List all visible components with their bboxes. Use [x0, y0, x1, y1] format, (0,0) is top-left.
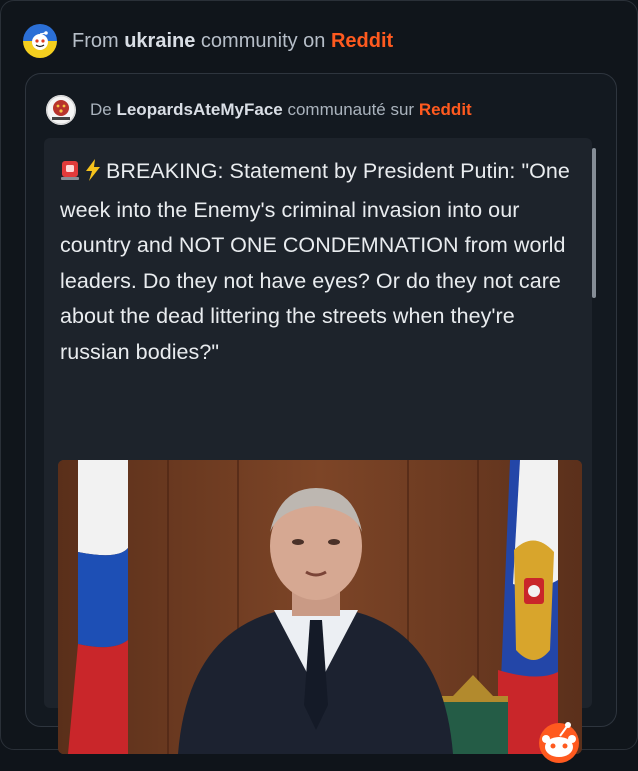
post-content[interactable]: BREAKING: Statement by President Putin: …	[44, 138, 596, 763]
post-text: BREAKING: Statement by President Putin: …	[60, 159, 570, 364]
inner-source-header[interactable]: De LeopardsAteMyFace communauté sur Redd…	[46, 94, 472, 126]
leopard-logo-icon	[46, 95, 76, 125]
embedded-post-card[interactable]: De LeopardsAteMyFace communauté sur Redd…	[25, 73, 617, 763]
leopards-community-avatar[interactable]	[46, 95, 76, 125]
outer-prefix: From	[72, 29, 125, 52]
ukraine-community-avatar[interactable]	[23, 24, 57, 58]
outer-community-name[interactable]: ukraine	[124, 30, 195, 53]
reddit-watermark-icon	[534, 716, 584, 771]
snoo-icon	[32, 31, 48, 50]
eagle-emblem	[514, 540, 554, 660]
speech-photo	[58, 460, 582, 754]
outer-middle: community on	[195, 29, 331, 52]
post-image[interactable]	[58, 460, 582, 754]
lightning-icon	[84, 157, 102, 193]
inner-reddit-link[interactable]: Reddit	[419, 100, 472, 120]
rotating-light-icon	[60, 157, 80, 193]
post-body: BREAKING: Statement by President Putin: …	[60, 154, 586, 370]
outer-source-header[interactable]: From ukraine community on Reddit	[23, 23, 393, 59]
embed-frame: From ukraine community on Reddit De Leop…	[0, 0, 638, 763]
inner-middle: communauté sur	[282, 100, 419, 119]
outer-reddit-link[interactable]: Reddit	[331, 30, 393, 53]
inner-prefix: De	[90, 100, 117, 119]
post-scrollbar[interactable]	[592, 148, 596, 298]
inner-community-name[interactable]: LeopardsAteMyFace	[116, 100, 282, 120]
